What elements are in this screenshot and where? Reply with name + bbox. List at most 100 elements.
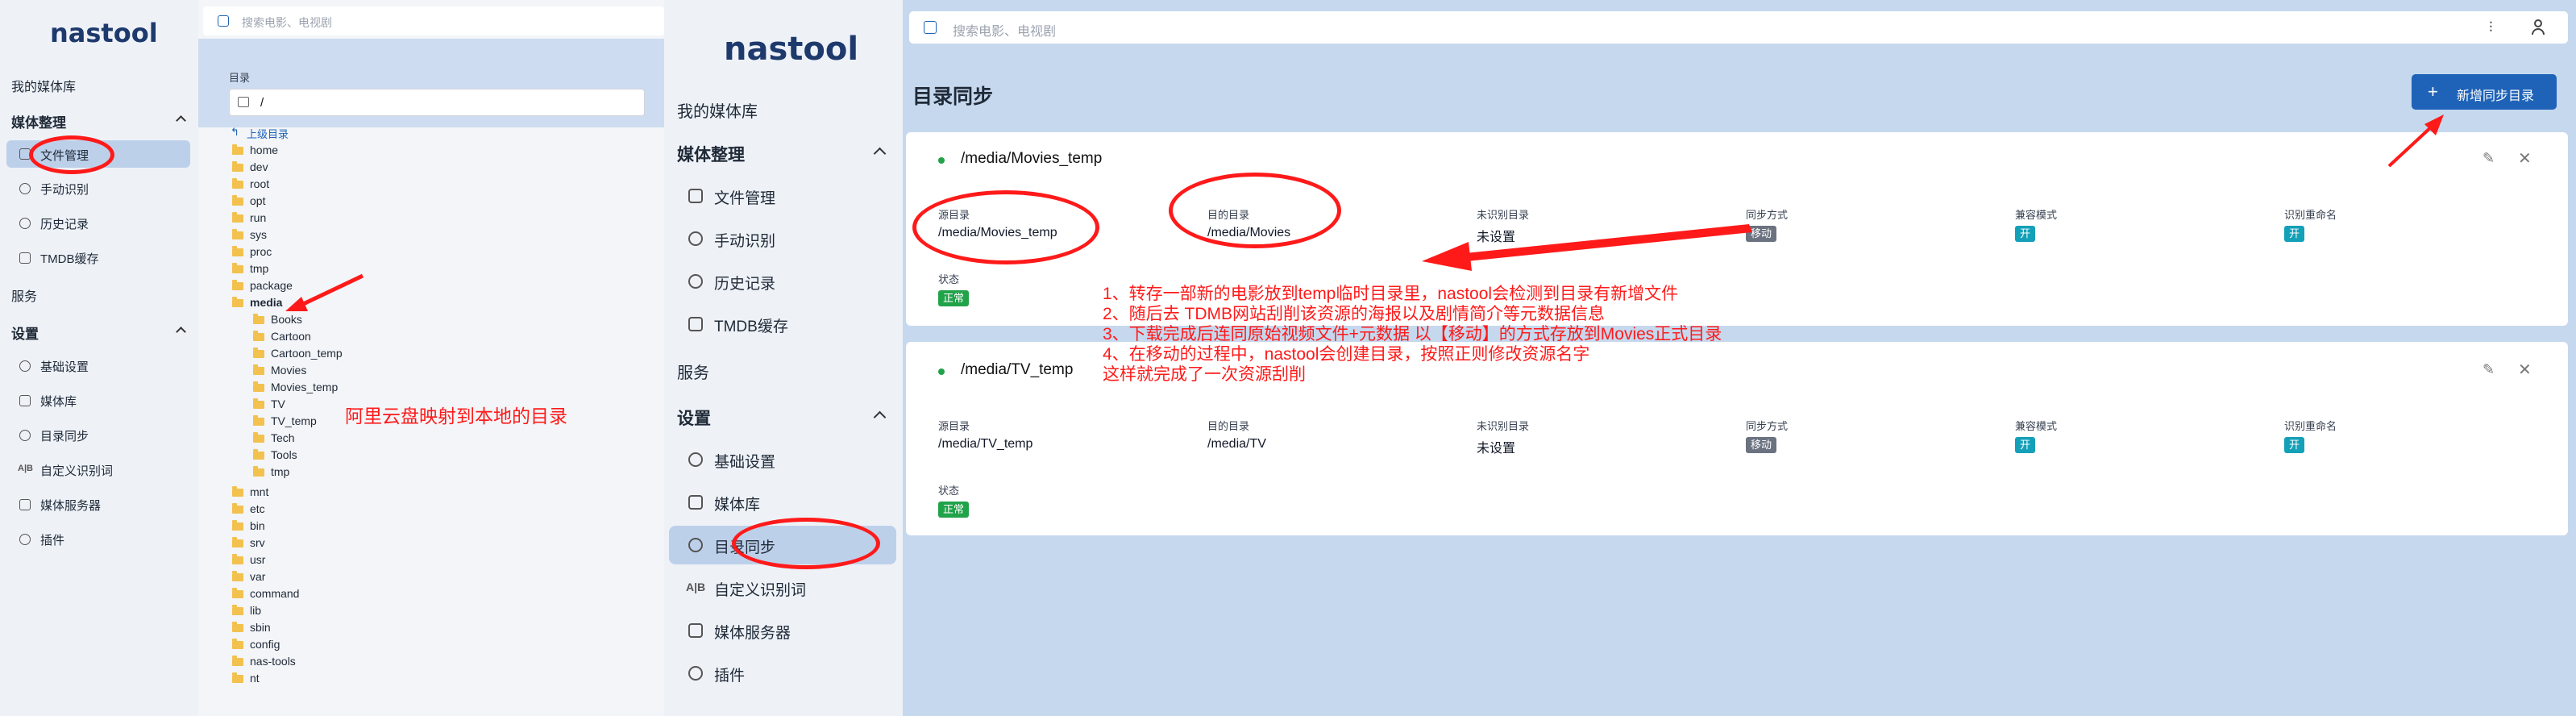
close-icon[interactable]: ✕ (2518, 360, 2532, 380)
database-icon (688, 317, 703, 331)
back-arrow-icon[interactable]: ↰ (231, 126, 239, 139)
folder-item[interactable]: home (250, 144, 278, 156)
nav-plugins[interactable]: 插件 (714, 664, 745, 685)
nav-media-library[interactable]: 媒体库 (40, 393, 77, 410)
left-sidebar: nastool 我的媒体库 媒体整理 文件管理 手动识别 历史记录 TMDB缓存… (0, 0, 198, 716)
sync-icon (688, 538, 703, 552)
annotation-circle (732, 518, 880, 569)
nav-settings-section[interactable]: 设置 (11, 323, 39, 343)
folder-item[interactable]: tmp (250, 262, 268, 275)
folder-icon (253, 466, 264, 477)
folder-item[interactable]: dev (250, 160, 268, 173)
edit-icon[interactable]: ✎ (2483, 361, 2495, 378)
col-compat: 兼容模式 (2015, 209, 2058, 221)
logo-swoosh (0, 0, 48, 8)
search-bar[interactable]: 搜索电影、电视剧 ⫶ (909, 11, 2568, 44)
folder-icon (232, 212, 243, 223)
folder-item[interactable]: proc (250, 245, 272, 258)
nav-media-server[interactable]: 媒体服务器 (40, 497, 101, 514)
folder-item[interactable]: sbin (250, 621, 271, 634)
search-input[interactable]: 搜索电影、电视剧 (953, 20, 1056, 40)
nav-media-section[interactable]: 媒体整理 (677, 142, 745, 166)
nav-tmdb-cache[interactable]: TMDB缓存 (714, 314, 788, 336)
nav-history[interactable]: 历史记录 (714, 272, 775, 293)
nav-services[interactable]: 服务 (677, 360, 709, 383)
folder-item[interactable]: TV (271, 398, 285, 410)
search-input[interactable]: 搜索电影、电视剧 (242, 15, 332, 31)
folder-item[interactable]: TV_temp (271, 414, 317, 427)
folder-icon (232, 486, 243, 497)
folder-icon (232, 672, 243, 683)
folder-item[interactable]: var (250, 570, 265, 583)
folder-item[interactable]: Movies (271, 364, 306, 377)
folder-item[interactable]: Cartoon (271, 330, 311, 343)
folder-item[interactable]: run (250, 211, 266, 224)
folder-icon (253, 398, 264, 409)
annotation-circle (29, 135, 114, 174)
folder-item[interactable]: bin (250, 519, 265, 532)
annotation-text: 阿里云盘映射到本地的目录 (345, 406, 567, 427)
edit-icon[interactable]: ✎ (2483, 150, 2495, 167)
folder-item[interactable]: opt (250, 194, 265, 207)
nav-file-manage[interactable]: 文件管理 (714, 186, 775, 208)
nav-media-server[interactable]: 媒体服务器 (714, 621, 791, 643)
folder-item[interactable]: Tools (271, 448, 297, 461)
folder-icon (253, 449, 264, 460)
nav-media-library[interactable]: 媒体库 (714, 493, 760, 514)
path-input[interactable]: / (229, 89, 645, 116)
close-icon[interactable]: ✕ (2518, 148, 2532, 169)
annotation-line: 这样就完成了一次资源刮削 (1103, 365, 1306, 384)
folder-icon (232, 263, 243, 273)
nav-media-section[interactable]: 媒体整理 (11, 111, 66, 131)
folder-icon (232, 246, 243, 256)
folder-item[interactable]: root (250, 177, 269, 190)
status-badge: 正常 (938, 502, 970, 518)
nav-custom-words[interactable]: 自定义识别词 (714, 578, 806, 600)
chevron-up-icon[interactable] (873, 410, 887, 424)
chevron-up-icon[interactable] (176, 327, 186, 337)
search-bar[interactable]: 搜索电影、电视剧 (203, 6, 664, 35)
folder-item[interactable]: Movies_temp (271, 381, 338, 393)
nav-dir-sync[interactable]: 目录同步 (40, 427, 89, 444)
folder-item[interactable]: config (250, 638, 280, 651)
folder-item[interactable]: srv (250, 536, 265, 549)
folder-item[interactable]: Books (271, 313, 302, 326)
add-sync-dir-button[interactable]: + 新增同步目录 (2412, 74, 2557, 110)
manual-identify-icon (688, 231, 703, 246)
folder-icon (253, 381, 264, 392)
chevron-up-icon[interactable] (873, 147, 887, 160)
folder-item[interactable]: etc (250, 502, 265, 515)
folder-item[interactable]: lib (250, 604, 261, 617)
folder-item[interactable]: nas-tools (250, 655, 296, 668)
nav-tmdb-cache[interactable]: TMDB缓存 (40, 250, 99, 267)
nav-basic-settings[interactable]: 基础设置 (40, 358, 89, 375)
folder-icon (232, 178, 243, 189)
nav-settings-section[interactable]: 设置 (677, 406, 711, 430)
status-dot (938, 368, 945, 375)
nav-history[interactable]: 历史记录 (40, 215, 89, 232)
logo-swoosh (664, 0, 724, 10)
nav-library[interactable]: 我的媒体库 (11, 76, 76, 95)
nav-basic-settings[interactable]: 基础设置 (714, 450, 775, 472)
parent-dir-link[interactable]: 上级目录 (247, 126, 289, 141)
filter-icon[interactable]: ⫶ (2489, 19, 2493, 36)
folder-item[interactable]: command (250, 587, 299, 600)
folder-item[interactable]: Tech (271, 431, 295, 444)
nav-manual-identify[interactable]: 手动识别 (40, 181, 89, 198)
nav-custom-words[interactable]: 自定义识别词 (40, 462, 113, 479)
folder-item[interactable]: usr (250, 553, 265, 566)
folder-item[interactable]: sys (250, 228, 267, 241)
folder-icon (253, 415, 264, 426)
nav-library[interactable]: 我的媒体库 (677, 98, 758, 122)
chevron-up-icon[interactable] (176, 115, 186, 126)
folder-item[interactable]: Cartoon_temp (271, 347, 343, 360)
folder-item[interactable]: tmp (271, 465, 289, 478)
folder-item[interactable]: nt (250, 672, 260, 685)
folder-item[interactable]: mnt (250, 485, 268, 498)
col-status: 状态 (938, 273, 960, 285)
nav-services[interactable]: 服务 (11, 285, 37, 305)
nav-manual-identify[interactable]: 手动识别 (714, 229, 775, 251)
nav-plugins[interactable]: 插件 (40, 531, 64, 548)
user-icon[interactable] (2531, 19, 2545, 35)
col-status: 状态 (938, 485, 960, 497)
